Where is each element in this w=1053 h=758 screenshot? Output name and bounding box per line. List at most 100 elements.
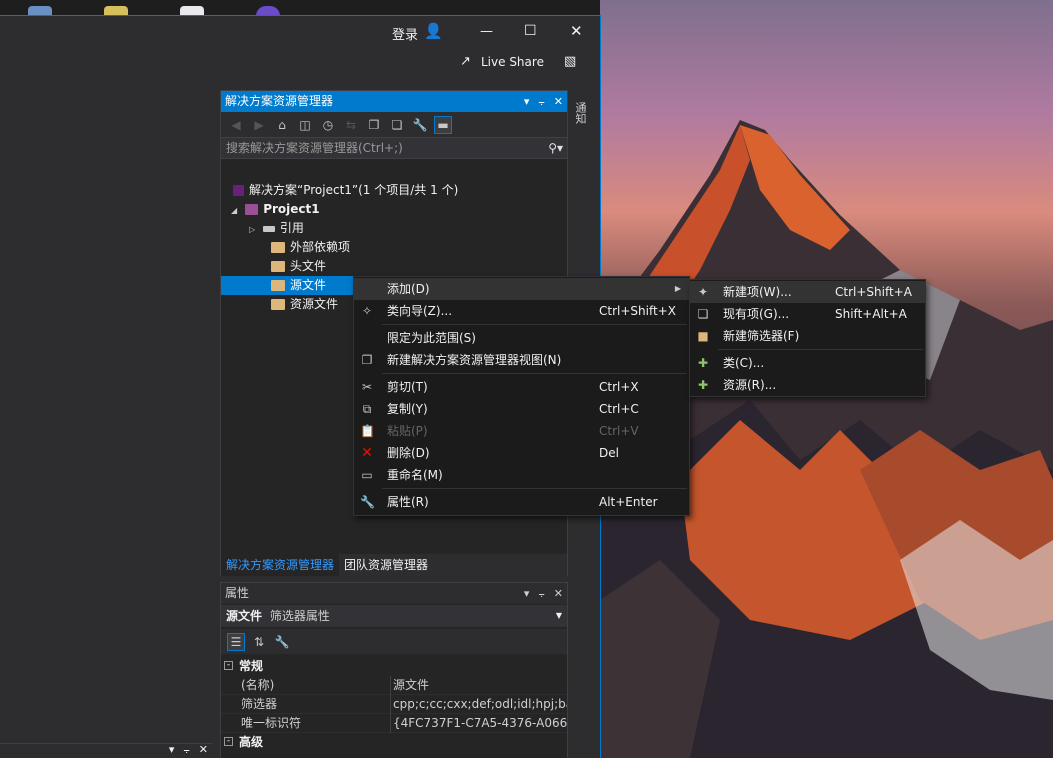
solution-explorer-toolbar: ◀ ▶ ⌂ ◫ ◷ ⇆ ❐ ❏ 🔧 ▬ (221, 112, 567, 137)
add-resource-icon: ✚ (697, 378, 709, 392)
property-row[interactable]: 唯一标识符 {4FC737F1-C7A5-4376-A066-2 (221, 714, 567, 733)
tree-item-project[interactable]: ◢ Project1 (221, 200, 567, 219)
dropdown-icon[interactable]: ▾ (524, 91, 530, 112)
delete-x-icon: ✕ (361, 445, 373, 461)
dropdown-icon[interactable]: ▾ (524, 583, 530, 604)
folder-icon (271, 280, 285, 291)
collapse-icon[interactable]: - (224, 737, 233, 746)
panel-title: 解决方案资源管理器 (225, 94, 334, 108)
properties-toolbar: ☰ ⇅ 🔧 (221, 629, 567, 654)
collapse-icon[interactable]: - (224, 661, 233, 670)
category-advanced[interactable]: - 高级 (221, 733, 567, 752)
context-menu: 添加(D) ▶ ✧ 类向导(Z)... Ctrl+Shift+X 限定为此范围(… (353, 276, 690, 516)
new-filter-icon: ■ (697, 329, 709, 343)
existing-item-icon: ❏ (697, 307, 709, 321)
menu-item-copy[interactable]: ⧉ 复制(Y) Ctrl+C (354, 398, 689, 420)
menu-separator (718, 349, 923, 350)
close-button[interactable]: ✕ (570, 22, 583, 40)
category-general[interactable]: - 常规 (221, 657, 567, 676)
properties-wrench-icon[interactable]: 🔧 (411, 116, 429, 134)
switch-views-icon[interactable]: ◫ (296, 116, 314, 134)
menu-item-class-wizard[interactable]: ✧ 类向导(Z)... Ctrl+Shift+X (354, 300, 689, 322)
chevron-down-icon[interactable]: ▼ (556, 605, 562, 627)
add-class-icon: ✚ (697, 356, 709, 370)
feedback-icon[interactable]: ▧ (564, 54, 576, 69)
tree-item-references[interactable]: ▷ 引用 (221, 219, 567, 238)
menu-item-cut[interactable]: ✂ 剪切(T) Ctrl+X (354, 376, 689, 398)
references-icon (262, 225, 275, 232)
tab-solution-explorer[interactable]: 解决方案资源管理器 (221, 554, 340, 576)
paste-icon: 📋 (360, 424, 375, 438)
home-icon[interactable]: ⌂ (273, 116, 291, 134)
submenu-arrow-icon: ▶ (674, 284, 681, 293)
preview-selected-icon[interactable]: ▬ (434, 115, 452, 134)
tree-item-solution[interactable]: 解决方案“Project1”(1 个项目/共 1 个) (221, 181, 567, 200)
account-icon[interactable]: 👤 (424, 22, 443, 40)
menu-item-new-view[interactable]: ❐ 新建解决方案资源管理器视图(N) (354, 349, 689, 371)
categorized-icon[interactable]: ☰ (227, 632, 245, 651)
tab-team-explorer[interactable]: 团队资源管理器 (339, 554, 433, 576)
maximize-button[interactable]: ☐ (524, 23, 537, 39)
object-type: 筛选器属性 (269, 609, 330, 623)
object-name: 源文件 (226, 609, 263, 623)
search-placeholder: 搜索解决方案资源管理器(Ctrl+;) (226, 141, 403, 155)
bottom-left-panel-header: ▾ ⨪ ✕ (0, 743, 212, 758)
menu-separator (382, 488, 687, 489)
collapsed-arrow-icon[interactable]: ▷ (249, 220, 259, 239)
back-icon[interactable]: ◀ (227, 116, 245, 134)
forward-icon[interactable]: ▶ (250, 116, 268, 134)
scissors-icon: ✂ (361, 380, 373, 394)
property-pages-icon[interactable]: 🔧 (273, 633, 291, 651)
minimize-button[interactable]: — (480, 24, 493, 39)
menu-item-existing-item[interactable]: ❏ 现有项(G)... Shift+Alt+A (690, 303, 925, 325)
solution-icon (233, 185, 244, 196)
wrench-icon: 🔧 (360, 495, 375, 509)
close-icon[interactable]: ✕ (199, 743, 208, 757)
alphabetical-icon[interactable]: ⇅ (250, 633, 268, 651)
pin-icon[interactable]: ⨪ (538, 583, 544, 604)
menu-item-paste[interactable]: 📋 粘贴(P) Ctrl+V (354, 420, 689, 442)
close-icon[interactable]: ✕ (554, 91, 563, 112)
menu-separator (382, 373, 687, 374)
menu-item-properties[interactable]: 🔧 属性(R) Alt+Enter (354, 491, 689, 513)
tree-item-external-deps[interactable]: 外部依赖项 (221, 238, 567, 257)
menu-item-scope[interactable]: 限定为此范围(S) (354, 327, 689, 349)
panel-header: 属性 ▾ ⨪ ✕ (221, 583, 567, 604)
folder-icon (271, 242, 285, 253)
object-selector[interactable]: 源文件 筛选器属性 ▼ (221, 605, 567, 627)
expanded-arrow-icon[interactable]: ◢ (231, 201, 241, 220)
tree-item-header-files[interactable]: 头文件 (221, 257, 567, 276)
new-view-icon: ❐ (361, 353, 373, 367)
properties-panel: 属性 ▾ ⨪ ✕ 源文件 筛选器属性 ▼ ☰ ⇅ 🔧 - 常规 (名称) 源文件 … (220, 582, 568, 758)
pin-icon[interactable]: ⨪ (538, 91, 544, 112)
show-all-files-icon[interactable]: ❏ (388, 116, 406, 134)
search-icon[interactable]: ⚲▾ (548, 138, 563, 158)
menu-item-delete[interactable]: ✕ 删除(D) Del (354, 442, 689, 464)
menu-item-add-class[interactable]: ✚ 类(C)... (690, 352, 925, 374)
menu-item-add[interactable]: 添加(D) ▶ (354, 278, 689, 300)
sync-icon[interactable]: ⇆ (342, 116, 360, 134)
menu-item-add-resource[interactable]: ✚ 资源(R)... (690, 374, 925, 396)
login-link[interactable]: 登录 (392, 24, 418, 43)
live-share-icon[interactable]: ↗ (460, 54, 471, 69)
dropdown-icon[interactable]: ▾ (169, 743, 175, 757)
solution-search-input[interactable]: 搜索解决方案资源管理器(Ctrl+;) ⚲▾ (221, 137, 567, 159)
close-icon[interactable]: ✕ (554, 583, 563, 604)
add-submenu: ✦ 新建项(W)... Ctrl+Shift+A ❏ 现有项(G)... Shi… (689, 279, 926, 397)
notifications-tab[interactable]: 通知 (570, 88, 588, 140)
class-wizard-icon: ✧ (361, 304, 373, 318)
folder-icon (271, 299, 285, 310)
menu-item-new-item[interactable]: ✦ 新建项(W)... Ctrl+Shift+A (690, 281, 925, 303)
menu-item-new-filter[interactable]: ■ 新建筛选器(F) (690, 325, 925, 347)
live-share-button[interactable]: Live Share (481, 55, 544, 69)
menu-item-rename[interactable]: ▭ 重命名(M) (354, 464, 689, 486)
pin-icon[interactable]: ⨪ (183, 743, 189, 757)
panel-bottom-tabs: 解决方案资源管理器 团队资源管理器 (221, 554, 567, 576)
property-row[interactable]: (名称) 源文件 (221, 676, 567, 695)
folder-icon (271, 261, 285, 272)
editor-area (0, 16, 220, 758)
pending-changes-icon[interactable]: ◷ (319, 116, 337, 134)
property-row[interactable]: 筛选器 cpp;c;cc;cxx;def;odl;idl;hpj;bat; (221, 695, 567, 714)
collapse-all-icon[interactable]: ❐ (365, 116, 383, 134)
panel-title: 属性 (225, 586, 250, 600)
